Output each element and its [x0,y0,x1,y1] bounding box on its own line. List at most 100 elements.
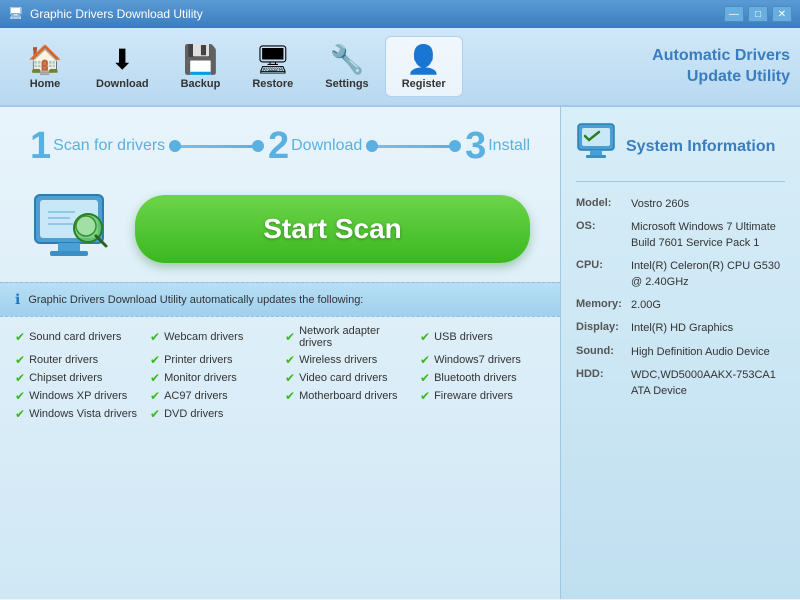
sysinfo-header: System Information [576,122,785,182]
check-icon: ✔ [420,371,430,385]
sysinfo-icon [576,122,616,171]
memory-label: Memory: [576,298,631,313]
register-label: Register [402,78,446,90]
toolbar: 🏠 Home ⬇ Download 💾 Backup 🖥 Restore 🔧 S… [0,28,800,107]
driver-label: Printer drivers [164,354,232,366]
step-2-label: Download [291,137,362,155]
check-icon: ✔ [15,353,25,367]
brand-line2: Update Utility [652,67,790,88]
driver-label: Video card drivers [299,372,387,384]
sysinfo-cpu-row: CPU: Intel(R) Celeron(R) CPU G530 @ 2.40… [576,259,785,290]
display-label: Display: [576,321,631,336]
driver-label: Network adapter drivers [299,325,410,349]
hdd-value: WDC,WD5000AAKX-753CA1 ATA Device [631,368,785,399]
step-dot-right-2 [449,140,461,152]
driver-label: Motherboard drivers [299,390,397,402]
driver-list-item: ✔DVD drivers [150,407,275,421]
step-1-label: Scan for drivers [53,137,165,155]
check-icon: ✔ [420,330,430,344]
step-dot-left-2 [366,140,378,152]
sysinfo-memory-row: Memory: 2.00G [576,298,785,313]
scan-icon-container [30,190,115,267]
step-2-number: 2 [268,127,289,165]
info-icon: ℹ [15,291,20,308]
model-value: Vostro 260s [631,197,785,212]
brand: Automatic Drivers Update Utility [652,46,790,88]
driver-label: Wireless drivers [299,354,377,366]
toolbar-backup[interactable]: 💾 Backup [165,37,237,96]
backup-label: Backup [181,78,221,90]
sysinfo-model-row: Model: Vostro 260s [576,197,785,212]
backup-icon: 💾 [183,43,218,76]
brand-line1: Automatic Drivers [652,46,790,67]
toolbar-restore[interactable]: 🖥 Restore [236,37,309,96]
settings-icon: 🔧 [330,43,365,76]
step-3-number: 3 [465,127,486,165]
toolbar-register[interactable]: 👤 Register [385,36,463,97]
driver-list-item: ✔Webcam drivers [150,325,275,349]
driver-list-item: ✔Router drivers [15,353,140,367]
window-controls: — □ ✕ [724,6,792,22]
driver-list-item: ✔ Printer drivers [150,353,275,367]
step-2: 2 Download [268,127,362,165]
left-panel: 1 Scan for drivers 2 Download 3 Install [0,107,560,599]
restore-icon: 🖥 [255,43,291,76]
sysinfo-display-row: Display: Intel(R) HD Graphics [576,321,785,336]
driver-label: Monitor drivers [164,372,237,384]
check-icon: ✔ [150,371,160,385]
toolbar-settings[interactable]: 🔧 Settings [309,37,384,96]
memory-value: 2.00G [631,298,785,313]
maximize-button[interactable]: □ [748,6,768,22]
check-icon: ✔ [420,353,430,367]
step-1-number: 1 [30,127,51,165]
driver-list-item: ✔Bluetooth drivers [420,371,545,385]
sysinfo-hdd-row: HDD: WDC,WD5000AAKX-753CA1 ATA Device [576,368,785,399]
home-label: Home [30,78,61,90]
cpu-value: Intel(R) Celeron(R) CPU G530 @ 2.40GHz [631,259,785,290]
scan-area: Start Scan [0,175,560,282]
minimize-button[interactable]: — [724,6,744,22]
app-title: Graphic Drivers Download Utility [30,7,724,21]
driver-label: AC97 drivers [164,390,228,402]
driver-list-item: ✔USB drivers [420,325,545,349]
model-label: Model: [576,197,631,212]
os-value: Microsoft Windows 7 Ultimate Build 7601 … [631,220,785,251]
driver-list-item: ✔Wireless drivers [285,353,410,367]
check-icon: ✔ [15,371,25,385]
driver-label: DVD drivers [164,408,223,420]
sound-value: High Definition Audio Device [631,345,785,360]
driver-list-item: ✔ Chipset drivers [15,371,140,385]
driver-label: Chipset drivers [29,372,102,384]
step-dot-right-1 [252,140,264,152]
check-icon: ✔ [420,389,430,403]
download-icon: ⬇ [111,43,134,76]
driver-label: Fireware drivers [434,390,513,402]
sound-label: Sound: [576,345,631,360]
step-3-label: Install [488,137,530,155]
driver-list-item: ✔ Video card drivers [285,371,410,385]
driver-list-item: ✔Motherboard drivers [285,389,410,403]
step-1: 1 Scan for drivers [30,127,165,165]
toolbar-home[interactable]: 🏠 Home [10,37,80,96]
driver-list-item: ✔ Fireware drivers [420,389,545,403]
download-label: Download [96,78,149,90]
driver-list: ✔Sound card drivers✔Webcam drivers✔Netwo… [0,317,560,429]
check-icon: ✔ [285,330,295,344]
start-scan-button[interactable]: Start Scan [135,195,530,263]
home-icon: 🏠 [28,43,63,76]
os-label: OS: [576,220,631,251]
check-icon: ✔ [150,353,160,367]
sysinfo-computer-icon [576,122,616,162]
cpu-label: CPU: [576,259,631,290]
toolbar-download[interactable]: ⬇ Download [80,37,165,96]
info-bar: ℹ Graphic Drivers Download Utility autom… [0,282,560,317]
close-button[interactable]: ✕ [772,6,792,22]
main-content: 1 Scan for drivers 2 Download 3 Install [0,107,800,599]
driver-list-item: ✔Sound card drivers [15,325,140,349]
driver-label: Webcam drivers [164,331,243,343]
driver-list-item: ✔Windows7 drivers [420,353,545,367]
driver-label: Sound card drivers [29,331,121,343]
check-icon: ✔ [285,371,295,385]
settings-label: Settings [325,78,368,90]
display-value: Intel(R) HD Graphics [631,321,785,336]
